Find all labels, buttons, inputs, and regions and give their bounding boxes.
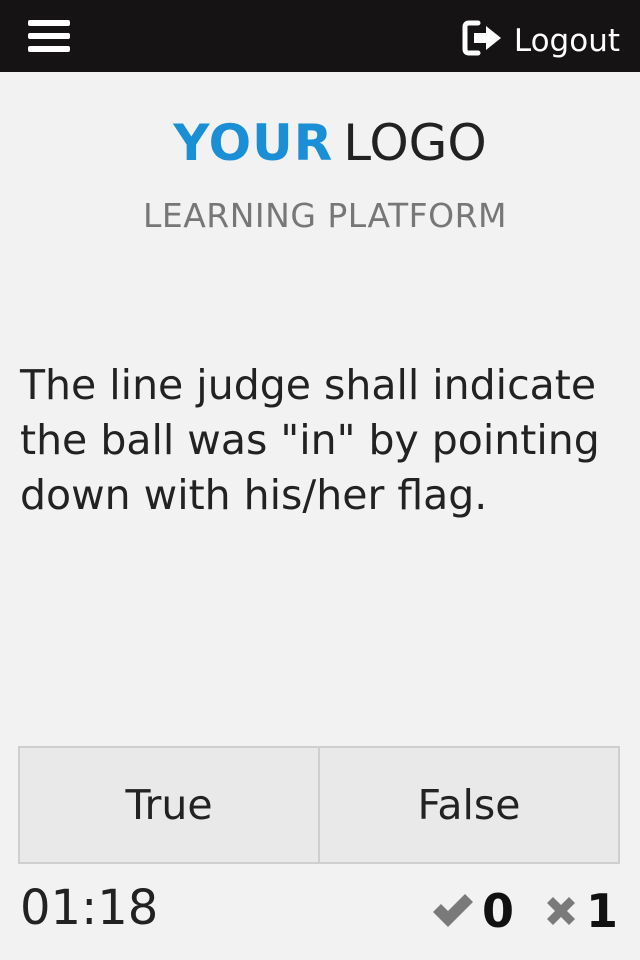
checkmark-icon [432, 894, 473, 927]
menu-line [28, 33, 70, 39]
true-button[interactable]: True [20, 748, 318, 862]
menu-line [28, 20, 70, 26]
logo: YOUR LOGO [0, 118, 640, 168]
top-bar: Logout [0, 0, 640, 72]
logout-label: Logout [513, 22, 620, 59]
quiz-timer: 01:18 [20, 880, 159, 936]
logo-bold-text: YOUR [173, 114, 334, 172]
logout-arrow-icon [462, 20, 501, 56]
platform-subtitle: LEARNING PLATFORM [143, 196, 507, 235]
correct-count: 0 [481, 884, 514, 938]
cross-icon [546, 897, 575, 925]
score-panel: 0 1 [430, 888, 618, 934]
hamburger-menu-icon[interactable] [28, 20, 70, 54]
logout-button[interactable]: Logout [462, 16, 620, 60]
menu-line [28, 46, 70, 52]
question-text: The line judge shall indicate the ball w… [20, 361, 600, 519]
logo-light-text: LOGO [343, 114, 487, 172]
answer-options: True False [18, 746, 620, 864]
wrong-count: 1 [585, 884, 618, 938]
false-button[interactable]: False [318, 748, 618, 862]
